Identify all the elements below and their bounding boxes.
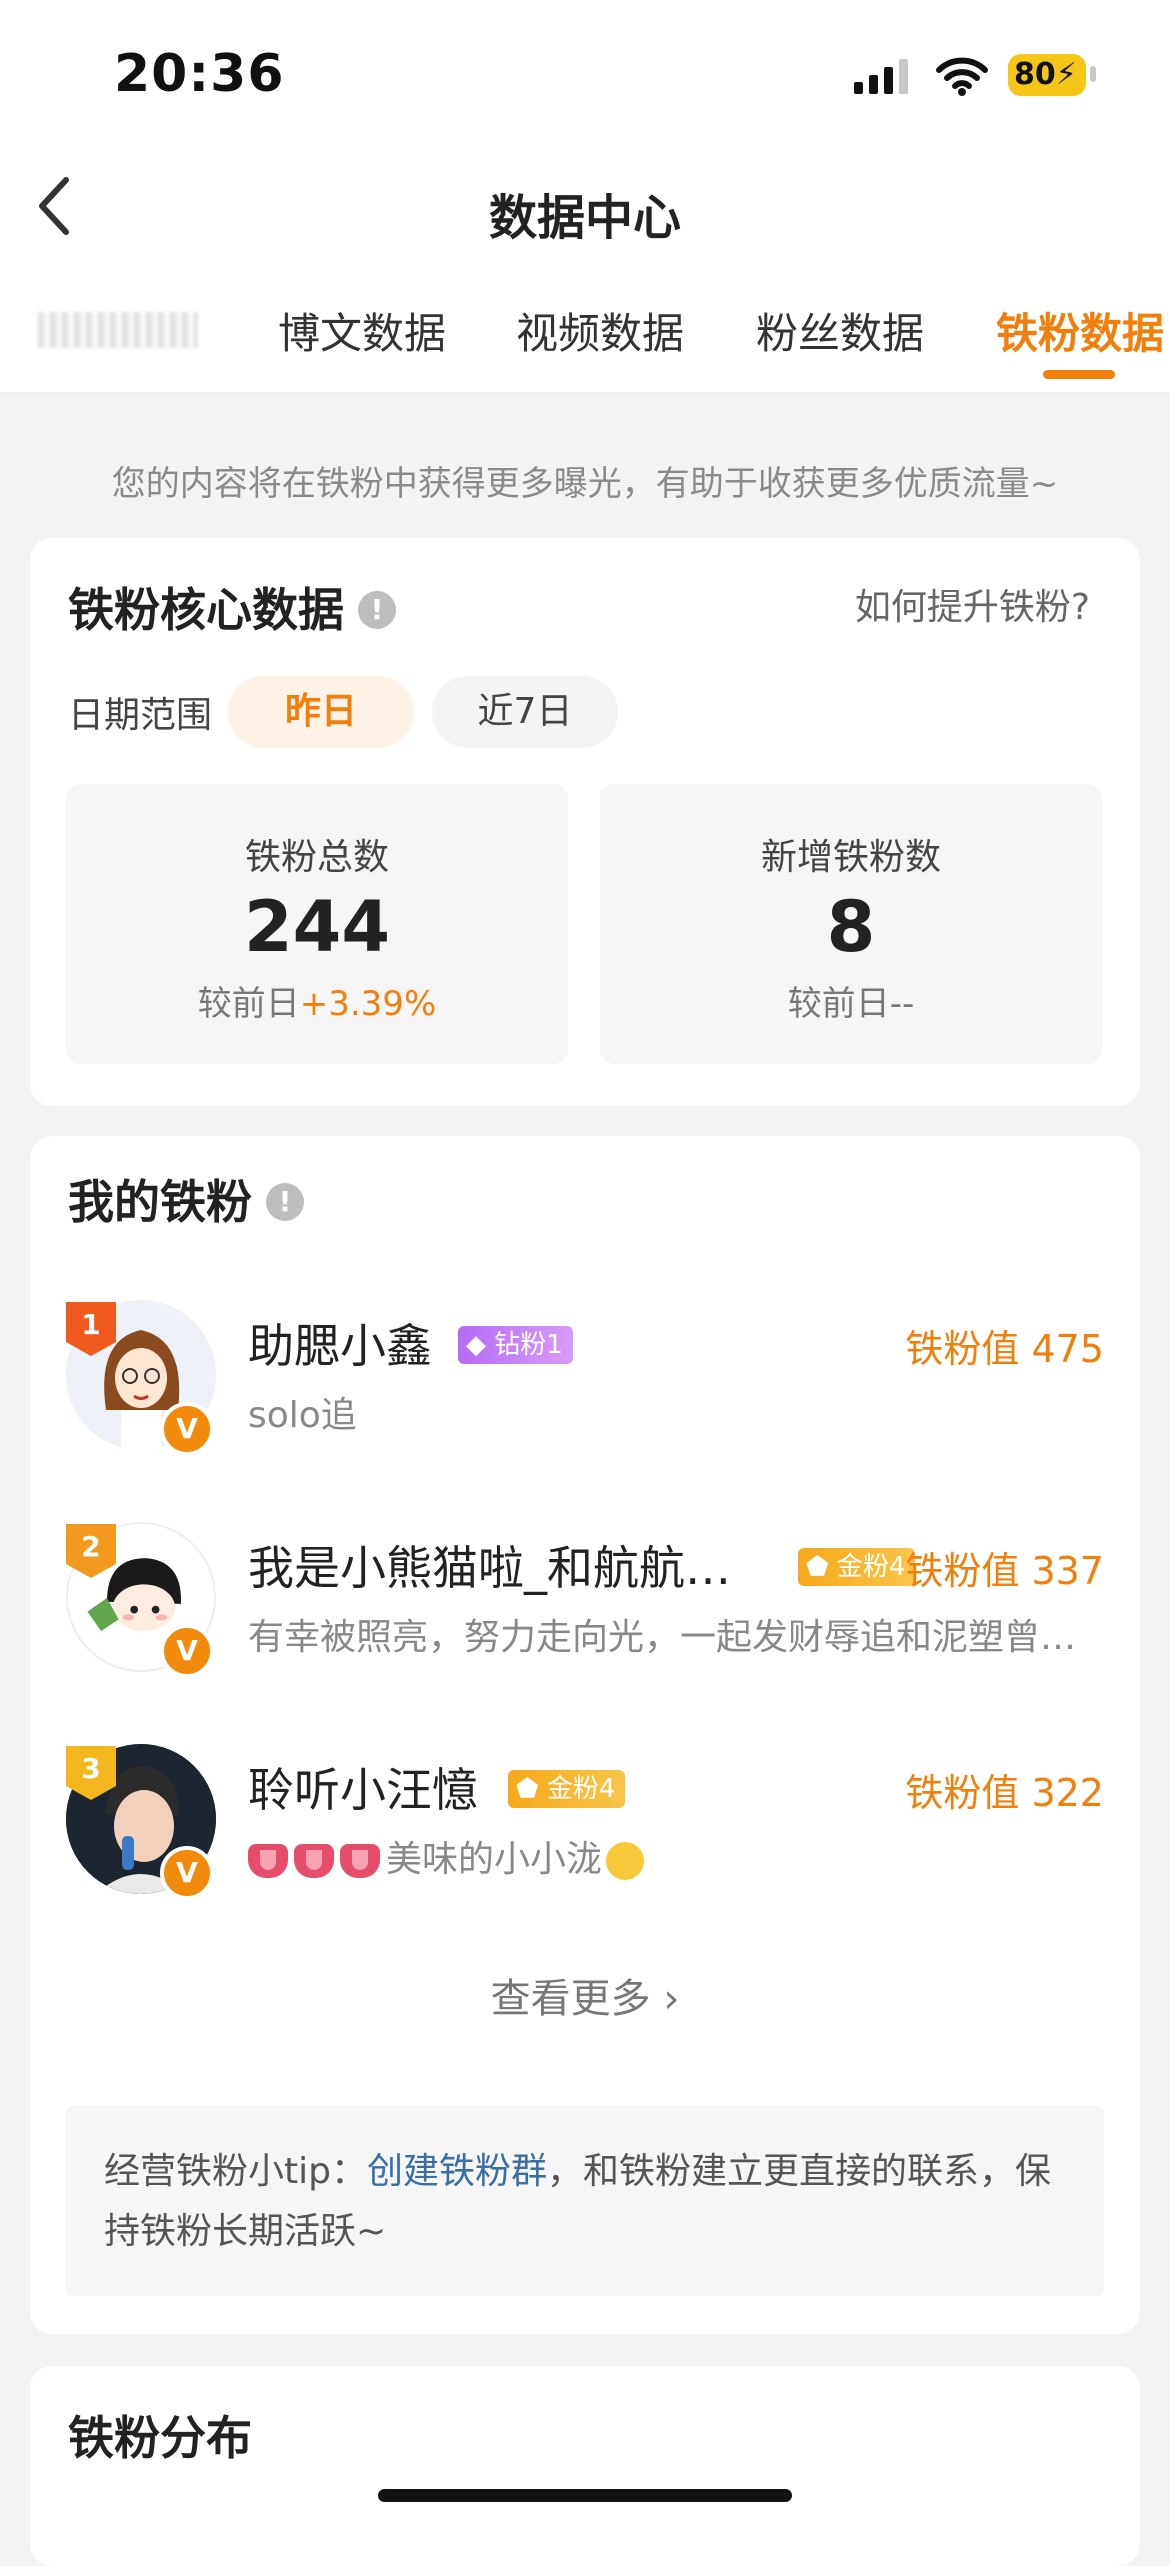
verified-badge-icon: V	[160, 1846, 214, 1900]
verified-badge-icon: V	[160, 1402, 214, 1456]
tab-fans[interactable]: 粉丝数据	[756, 300, 924, 361]
gold-fan-icon: ⬟	[516, 1774, 539, 1804]
date-option-yesterday[interactable]: 昨日	[228, 676, 414, 748]
tongue-emoji-icon	[248, 1844, 288, 1878]
fan-name[interactable]: 我是小熊猫啦_和航航…	[248, 1532, 748, 1598]
date-option-7days[interactable]: 近7日	[432, 676, 618, 748]
stat-total-iron-fans: 铁粉总数 244 较前日+3.39%	[66, 784, 568, 1064]
tip-box: 经营铁粉小tip：创建铁粉群，和铁粉建立更直接的联系，保持铁粉长期活跃~	[66, 2106, 1104, 2296]
my-fans-title-text: 我的铁粉	[68, 1175, 252, 1229]
stat-label: 铁粉总数	[244, 837, 389, 878]
tab-posts[interactable]: 博文数据	[278, 300, 446, 361]
fan-level-label: 金粉4	[836, 1552, 906, 1582]
fan-name[interactable]: 聆听小汪憶	[248, 1754, 478, 1820]
charging-icon: ⚡	[1055, 57, 1077, 92]
battery-level: 80	[1014, 57, 1056, 92]
iron-fan-value: 铁粉值 322	[905, 1771, 1104, 1815]
rank-number: 3	[81, 1752, 101, 1785]
fan-row[interactable]: 1 V 助腮小鑫 ◆ 钻粉1 铁粉值 475 solo追	[30, 1300, 1140, 1470]
info-icon[interactable]: !	[266, 1182, 304, 1221]
yum-emoji-icon	[606, 1842, 645, 1880]
tab-videos[interactable]: 视频数据	[516, 300, 684, 361]
info-icon[interactable]: !	[358, 590, 396, 629]
how-to-grow-link[interactable]: 如何提升铁粉?	[855, 578, 1090, 630]
active-tab-indicator	[1043, 370, 1115, 379]
fan-subtitle: 有幸被照亮，努力走向光，一起发财辱追和泥塑曾…	[248, 1617, 1077, 1658]
battery-tip	[1090, 66, 1096, 82]
core-data-title-text: 铁粉核心数据	[68, 583, 344, 637]
fan-row[interactable]: 3 V 聆听小汪憶 ⬟ 金粉4 铁粉值 322 美味的小小泷	[30, 1744, 1140, 1914]
my-iron-fans-card: 我的铁粉! 1 V 助腮小鑫 ◆ 钻粉1 铁粉值 475 solo追 2 V 我…	[30, 1136, 1140, 2334]
stat-compare: 较前日+3.39%	[66, 976, 568, 1025]
verified-badge-icon: V	[160, 1624, 214, 1678]
fan-subtitle: solo追	[248, 1395, 357, 1436]
blurred-tab[interactable]	[38, 312, 198, 348]
stat-value: 8	[826, 886, 876, 968]
fan-level-badge: ◆ 钻粉1	[458, 1326, 573, 1364]
fan-subtitle-text: 美味的小小泷	[386, 1839, 603, 1880]
wifi-icon	[936, 57, 988, 96]
view-more-button[interactable]: 查看更多 ›	[30, 1966, 1140, 2024]
fan-level-label: 金粉4	[546, 1774, 616, 1804]
fan-level-badge: ⬟ 金粉4	[798, 1548, 916, 1586]
page-title: 数据中心	[488, 190, 681, 246]
exposure-hint: 您的内容将在铁粉中获得更多曝光，有助于收获更多优质流量~	[111, 464, 1059, 504]
compare-prefix: 较前日	[197, 984, 300, 1024]
tongue-emoji-icon	[340, 1844, 380, 1878]
create-fan-group-link[interactable]: 创建铁粉群	[367, 2151, 547, 2192]
tongue-emoji-icon	[294, 1844, 334, 1878]
stat-compare: 较前日--	[600, 976, 1102, 1025]
my-fans-title: 我的铁粉!	[68, 1166, 304, 1232]
core-data-card: 铁粉核心数据! 如何提升铁粉? 日期范围 昨日 近7日 铁粉总数 244 较前日…	[30, 538, 1140, 1106]
fan-level-label: 钻粉1	[494, 1330, 563, 1360]
iron-fan-value: 铁粉值 337	[905, 1549, 1104, 1593]
fan-level-badge: ⬟ 金粉4	[508, 1770, 626, 1808]
tip-text: 经营铁粉小tip：创建铁粉群，和铁粉建立更直接的联系，保持铁粉长期活跃~	[104, 2142, 1064, 2262]
stat-new-iron-fans: 新增铁粉数 8 较前日--	[600, 784, 1102, 1064]
tip-prefix: 经营铁粉小tip：	[104, 2151, 367, 2192]
compare-value: --	[889, 984, 915, 1024]
diamond-icon: ◆	[466, 1330, 486, 1360]
top-bar: 20:36 80⚡ 数据中心 博文数据 视频数据 粉丝数据 铁粉数据	[0, 0, 1170, 393]
iron-fan-value: 铁粉值 475	[905, 1327, 1104, 1371]
gold-fan-icon: ⬟	[806, 1552, 829, 1582]
date-range-label: 日期范围	[68, 695, 213, 736]
fan-distribution-card: 铁粉分布	[30, 2366, 1140, 2566]
tab-iron-fans[interactable]: 铁粉数据	[996, 300, 1164, 361]
view-more-label: 查看更多	[490, 1976, 651, 2022]
status-time: 20:36	[114, 44, 285, 104]
stat-label: 新增铁粉数	[760, 837, 941, 878]
home-indicator[interactable]	[378, 2489, 792, 2502]
compare-value: +3.39%	[299, 984, 437, 1024]
tab-bar: 博文数据 视频数据 粉丝数据 铁粉数据	[0, 300, 1170, 380]
chevron-right-icon: ›	[663, 1976, 680, 2022]
fan-subtitle: 美味的小小泷	[248, 1830, 1108, 1882]
battery-indicator: 80⚡	[1008, 54, 1086, 96]
fan-row[interactable]: 2 V 我是小熊猫啦_和航航… ⬟ 金粉4 铁粉值 337 有幸被照亮，努力走向…	[30, 1522, 1140, 1692]
rank-number: 2	[81, 1530, 101, 1563]
cellular-signal-icon	[854, 59, 908, 94]
fan-name[interactable]: 助腮小鑫	[248, 1310, 432, 1376]
core-data-title: 铁粉核心数据!	[68, 574, 396, 640]
compare-prefix: 较前日	[787, 984, 890, 1024]
distribution-title: 铁粉分布	[68, 2411, 252, 2465]
stat-value: 244	[243, 886, 391, 968]
rank-number: 1	[81, 1308, 101, 1341]
